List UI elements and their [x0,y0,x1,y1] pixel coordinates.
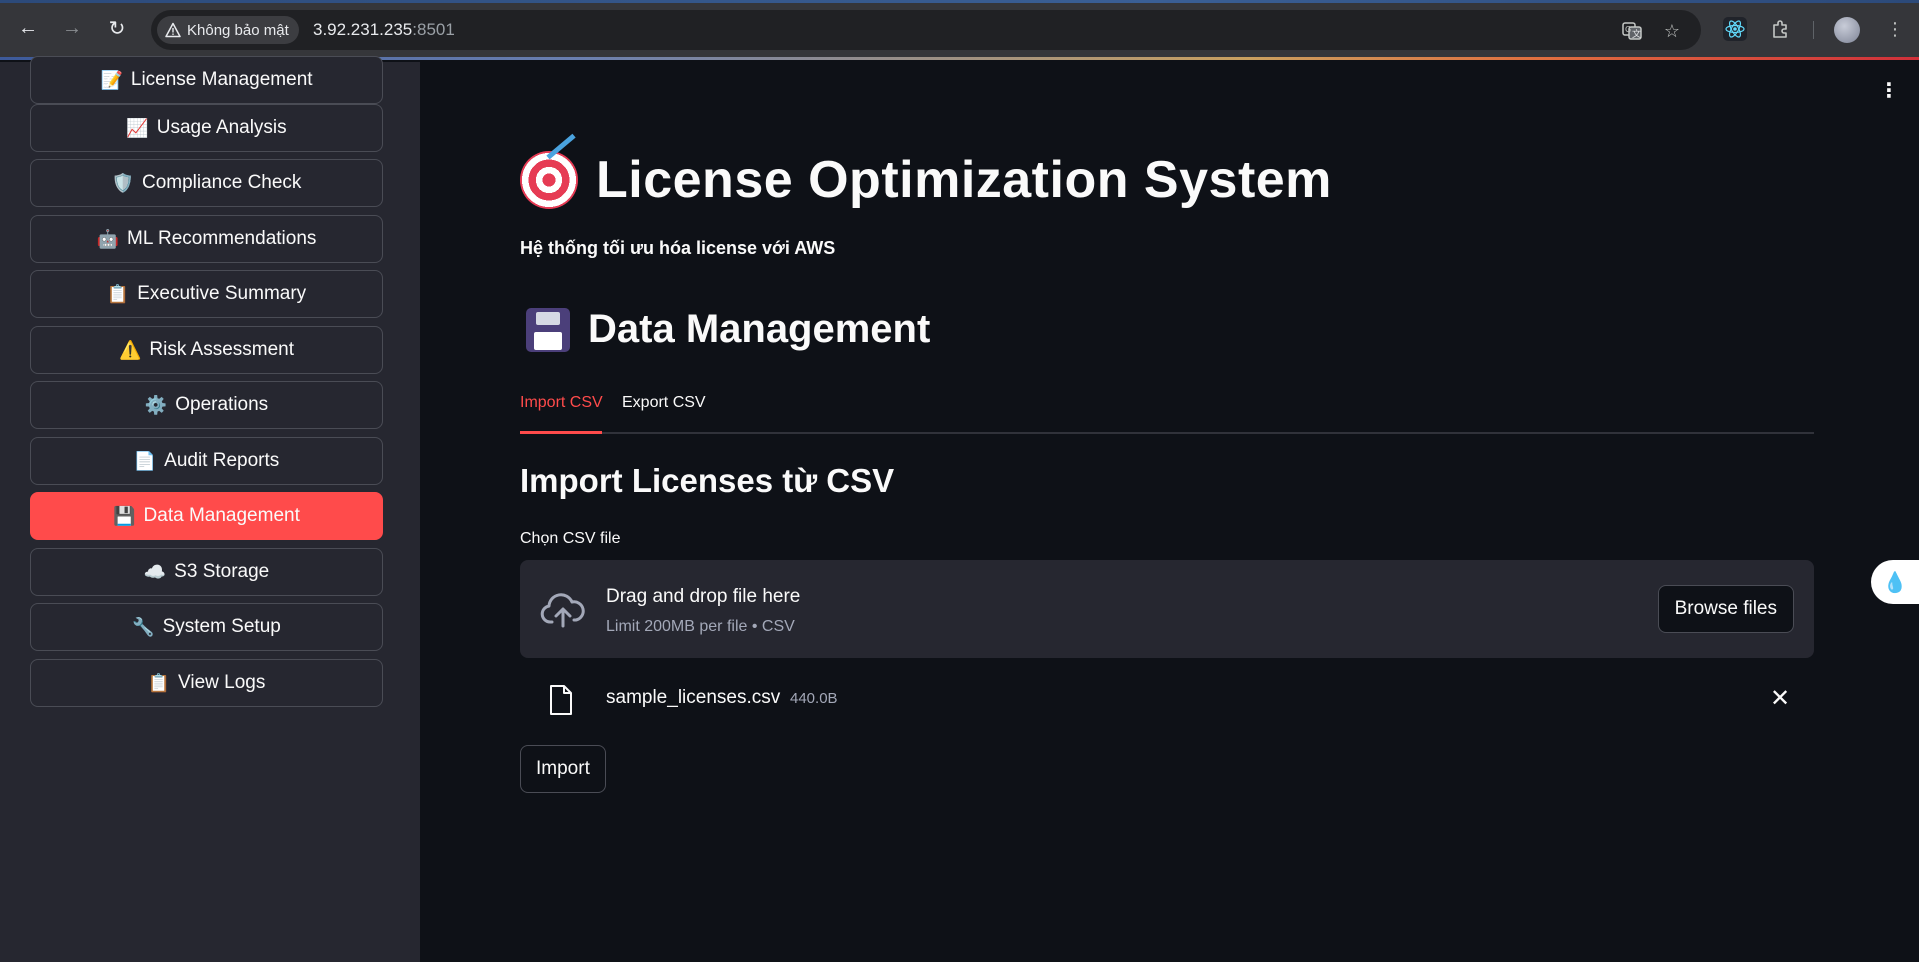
sidebar-item-label: Data Management [143,505,300,526]
sidebar-item-view-logs[interactable]: 📋 View Logs [30,659,383,707]
url-text[interactable]: 3.92.231.235:8501 [313,20,455,40]
sidebar-item-emoji-icon: 📋 [147,673,171,693]
page-title-row: License Optimization System [520,150,1332,210]
dropzone-limit-text: Limit 200MB per file • CSV [606,618,795,635]
sidebar-item-emoji-icon: ⚙️ [144,395,168,415]
sidebar-item-emoji-icon: 💾 [113,506,136,526]
uploaded-file-name: sample_licenses.csv [606,687,781,708]
floating-extension-droplet-icon[interactable]: 💧 [1871,560,1919,604]
sidebar-item-data-management[interactable]: 💾 Data Management [30,492,383,540]
section-title: Data Management [588,307,931,351]
sidebar-item-audit-reports[interactable]: 📄 Audit Reports [30,437,383,485]
sidebar-item-system-setup[interactable]: 🔧 System Setup [30,603,383,651]
sidebar-item-compliance-check[interactable]: 🛡️ Compliance Check [30,159,383,207]
browser-menu-icon[interactable]: ⋮ [1880,14,1910,44]
browse-files-button[interactable]: Browse files [1657,585,1794,633]
sidebar-item-emoji-icon: ⚠️ [118,340,142,360]
sidebar: 📝 License Management 📈 Usage Analysis 🛡️ Comp… [0,56,420,962]
import-button[interactable]: Import [520,745,606,793]
sidebar-item-operations[interactable]: ⚙️ Operations [30,381,383,429]
reload-icon[interactable]: ↻ [103,14,131,42]
tab-label: Import CSV [520,394,603,411]
sidebar-item-label: Usage Analysis [156,117,287,138]
sidebar-item-label: Risk Assessment [149,339,295,360]
sidebar-item-executive-summary[interactable]: 📋 Executive Summary [30,270,383,318]
sidebar-item-label: Audit Reports [164,450,280,471]
cloud-upload-icon [540,593,585,628]
sidebar-item-emoji-icon: 🛡️ [111,173,134,193]
bookmark-star-icon[interactable]: ☆ [1659,18,1685,44]
floppy-disk-icon [526,307,570,352]
sidebar-item-emoji-icon: ☁️ [143,562,167,582]
file-uploader-label: Chọn CSV file [520,530,621,547]
security-chip[interactable]: Không bảo mật [157,16,299,44]
svg-text:G: G [1625,25,1631,34]
tab-export-csv[interactable]: Export CSV [622,394,706,422]
sidebar-item-label: View Logs [178,672,266,693]
sidebar-item-label: Operations [175,394,269,415]
sidebar-item-label: Compliance Check [141,172,302,193]
sidebar-item-license-management[interactable]: 📝 License Management [30,56,383,104]
forward-arrow-icon[interactable]: → [58,14,86,42]
sidebar-item-label: Executive Summary [137,283,307,304]
file-dropzone[interactable]: Drag and drop file here Limit 200MB per … [520,560,1814,658]
back-arrow-icon[interactable]: ← [14,14,42,42]
tab-label: Export CSV [622,394,706,411]
tab-bar: Import CSV Export CSV [520,392,1814,434]
browser-toolbar: ← → ↻ Không bảo mật 3.92.231.235:8501 文G… [0,0,1919,60]
active-tab-indicator [520,431,602,434]
sidebar-item-ml-recommendations[interactable]: 🤖 ML Recommendations [30,215,383,263]
sidebar-item-label: S3 Storage [174,561,270,582]
toolbar-divider [1813,21,1814,39]
page-title: License Optimization System [596,151,1332,209]
sidebar-item-emoji-icon: 🤖 [96,229,120,249]
profile-avatar[interactable] [1834,17,1860,43]
import-heading: Import Licenses từ CSV [520,462,895,499]
sidebar-item-risk-assessment[interactable]: ⚠️ Risk Assessment [30,326,383,374]
translate-icon[interactable]: 文G [1619,18,1645,44]
uploaded-file-size: 440.0B [790,690,838,707]
svg-text:文: 文 [1632,28,1641,40]
page-subtitle: Hệ thống tối ưu hóa license với AWS [520,238,836,258]
extensions-puzzle-icon[interactable] [1766,14,1796,44]
sidebar-item-label: ML Recommendations [127,228,317,249]
sidebar-item-label: License Management [130,69,313,90]
url-port: :8501 [412,20,455,39]
sidebar-item-emoji-icon: 📈 [126,118,149,138]
warning-triangle-icon [165,22,181,38]
security-label: Không bảo mật [187,21,289,39]
sidebar-item-emoji-icon: 📝 [100,70,123,90]
file-icon [550,685,572,715]
remove-file-close-icon[interactable]: ✕ [1766,684,1794,713]
tab-strip-edge [0,0,1919,3]
sidebar-item-emoji-icon: 📋 [106,284,130,304]
tab-import-csv[interactable]: Import CSV [520,394,603,422]
sidebar-item-emoji-icon: 📄 [133,451,157,471]
react-devtools-icon[interactable] [1720,14,1750,44]
main-content: ⋮ License Optimization System Hệ thống t… [420,62,1919,962]
sidebar-item-s3-storage[interactable]: ☁️ S3 Storage [30,548,383,596]
sidebar-item-usage-analysis[interactable]: 📈 Usage Analysis [30,104,383,152]
sidebar-item-label: System Setup [162,616,281,637]
address-bar[interactable]: Không bảo mật 3.92.231.235:8501 文G ☆ [151,10,1701,50]
url-host: 3.92.231.235 [313,20,413,39]
sidebar-item-emoji-icon: 🔧 [132,617,155,637]
uploaded-file-row: sample_licenses.csv 440.0B ✕ [520,672,1814,742]
dropzone-title: Drag and drop file here [606,586,801,607]
section-title-row: Data Management [526,307,930,352]
app-menu-icon[interactable]: ⋮ [1879,78,1899,103]
target-dart-icon [520,151,578,209]
